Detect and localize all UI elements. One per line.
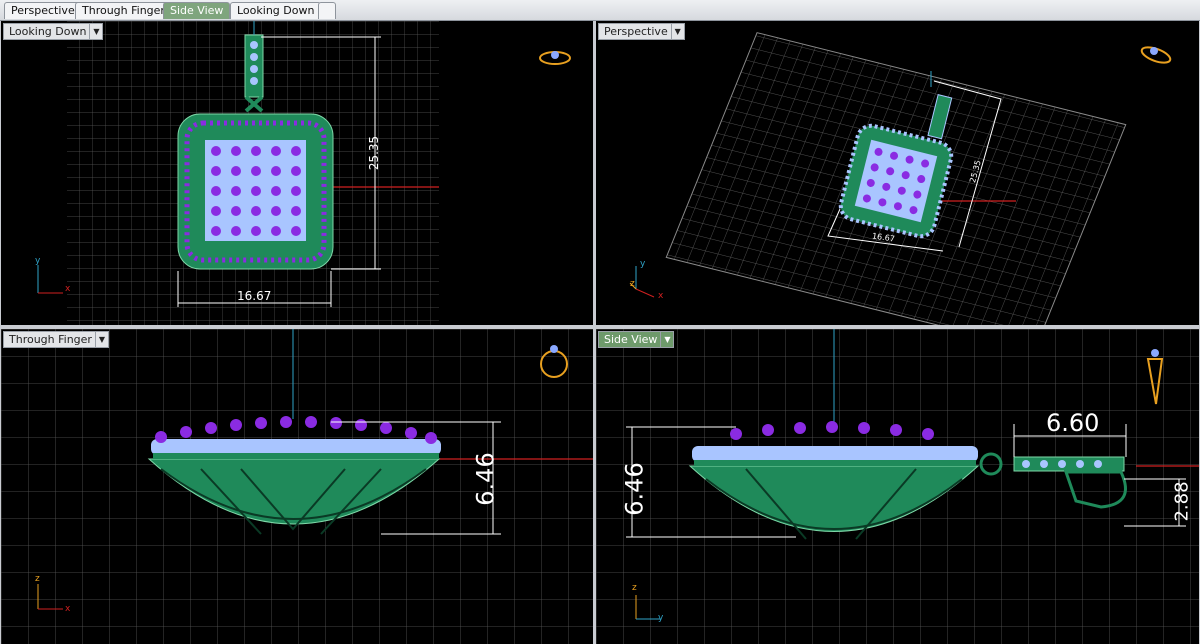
axis-label-x: x bbox=[65, 604, 71, 614]
axis-label-y: y bbox=[658, 613, 664, 623]
axis-label-z: z bbox=[630, 279, 635, 289]
dim-height-label: 6.46 bbox=[471, 452, 500, 506]
viewport-menu-arrow-icon[interactable]: ▼ bbox=[660, 332, 673, 347]
viewport-side-view[interactable]: Side View ▼ 6.46 6.60 2.88 z y bbox=[596, 329, 1199, 644]
side-view-scene bbox=[596, 329, 1199, 644]
dim-height-label: 6.46 bbox=[620, 462, 649, 516]
viewport-perspective[interactable]: Perspective ▼ 25.35 16.67 y z x bbox=[596, 21, 1199, 325]
tab-through-finger[interactable]: Through Finger bbox=[75, 2, 172, 19]
tab-perspective[interactable]: Perspective bbox=[4, 2, 82, 19]
through-finger-scene bbox=[1, 329, 593, 644]
looking-down-scene bbox=[37, 21, 571, 325]
tab-looking-down[interactable]: Looking Down bbox=[230, 2, 322, 19]
viewport-menu-arrow-icon[interactable]: ▼ bbox=[670, 24, 684, 39]
dim-bail-height-label: 2.88 bbox=[1171, 481, 1193, 522]
axis-indicator: z y bbox=[628, 583, 678, 633]
viewport-looking-down[interactable]: Looking Down ▼ 25.35 16.67 y x bbox=[1, 21, 593, 325]
axis-indicator: z x bbox=[31, 574, 81, 624]
axis-label-z: z bbox=[35, 574, 40, 584]
perspective-scene bbox=[629, 32, 1172, 325]
dim-height-label: 25.35 bbox=[367, 135, 382, 171]
view-tab-bar: Perspective Through Finger Side View Loo… bbox=[0, 0, 1200, 21]
axis-label-z: z bbox=[632, 583, 637, 593]
tab-new[interactable] bbox=[318, 2, 336, 19]
viewport-menu-arrow-icon[interactable]: ▼ bbox=[89, 24, 102, 39]
dim-width-label: 16.67 bbox=[237, 289, 272, 303]
viewport-label-side-view[interactable]: Side View ▼ bbox=[598, 331, 675, 348]
tab-side-view[interactable]: Side View bbox=[163, 2, 231, 19]
viewport-label-looking-down[interactable]: Looking Down ▼ bbox=[3, 23, 104, 40]
axis-label-y: y bbox=[640, 259, 646, 269]
axis-indicator: y x bbox=[31, 256, 81, 306]
axis-indicator: y z x bbox=[626, 259, 676, 309]
dim-length-label: 6.60 bbox=[1046, 409, 1100, 437]
axis-label-x: x bbox=[65, 284, 71, 294]
viewport-label-perspective[interactable]: Perspective ▼ bbox=[598, 23, 685, 40]
axis-label-x: x bbox=[658, 291, 664, 301]
viewport-menu-arrow-icon[interactable]: ▼ bbox=[94, 332, 108, 347]
viewport-label-through-finger[interactable]: Through Finger ▼ bbox=[3, 331, 109, 348]
viewport-through-finger[interactable]: Through Finger ▼ 6.46 z x bbox=[1, 329, 593, 644]
axis-label-y: y bbox=[35, 256, 41, 266]
viewport-grid: Looking Down ▼ 25.35 16.67 y x Perspecti… bbox=[0, 21, 1200, 644]
